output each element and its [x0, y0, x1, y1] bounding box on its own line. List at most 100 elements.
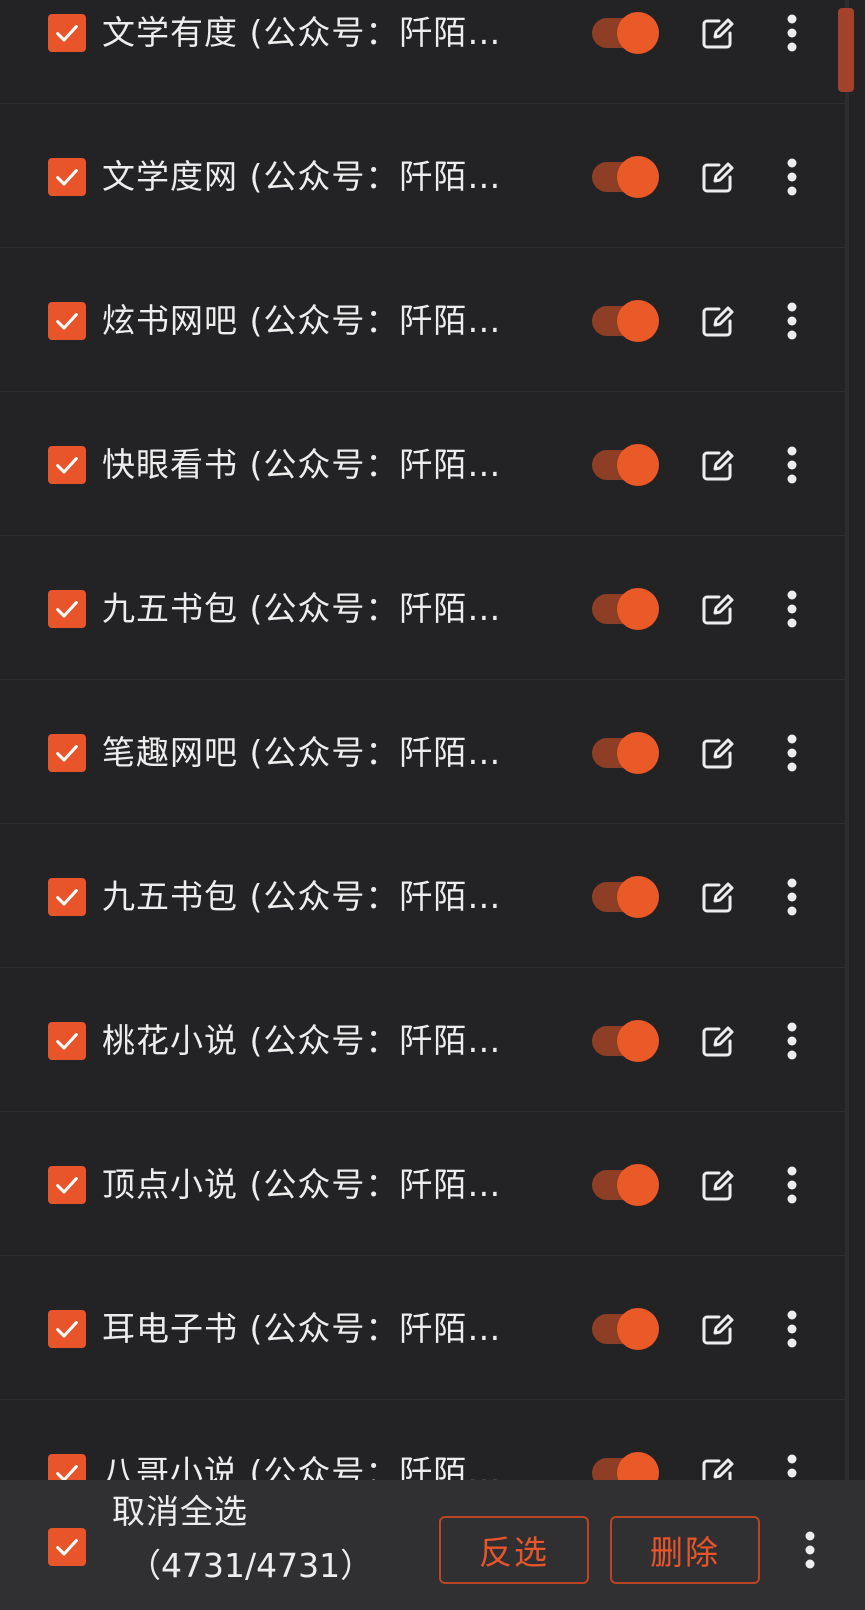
edit-icon	[702, 1314, 734, 1345]
source-checkbox[interactable]	[48, 446, 86, 484]
edit-source-button[interactable]	[699, 1024, 735, 1060]
source-name: 桃花小说 (公众号：阡陌…	[102, 1021, 502, 1060]
source-row[interactable]: 快眼看书 (公众号：阡陌…	[0, 392, 845, 536]
source-name: 顶点小说 (公众号：阡陌…	[102, 1165, 502, 1204]
source-row[interactable]: 九五书包 (公众号：阡陌…	[0, 824, 845, 968]
edit-source-button[interactable]	[699, 160, 735, 196]
edit-icon	[702, 306, 734, 337]
edit-source-button[interactable]	[699, 880, 735, 916]
edit-icon	[702, 1170, 734, 1201]
select-all-checkbox[interactable]	[48, 1528, 86, 1566]
source-enabled-toggle[interactable]	[592, 1020, 659, 1062]
source-enabled-toggle[interactable]	[592, 1164, 659, 1206]
source-row[interactable]: 九五书包 (公众号：阡陌…	[0, 536, 845, 680]
source-checkbox[interactable]	[48, 1022, 86, 1060]
source-name: 耳电子书 (公众号：阡陌…	[102, 1309, 502, 1348]
source-list: 文学有度 (公众号：阡陌… 文学度网 (公众号：阡陌… 炫书网吧 (公众号：阡陌…	[0, 0, 845, 1544]
source-enabled-toggle[interactable]	[592, 732, 659, 774]
more-vertical-icon	[787, 446, 797, 484]
source-checkbox[interactable]	[48, 1166, 86, 1204]
source-checkbox[interactable]	[48, 590, 86, 628]
source-row[interactable]: 文学度网 (公众号：阡陌…	[0, 104, 845, 248]
source-more-button[interactable]	[779, 445, 805, 485]
check-icon	[56, 1321, 78, 1338]
edit-source-button[interactable]	[699, 1312, 735, 1348]
source-checkbox[interactable]	[48, 302, 86, 340]
source-more-button[interactable]	[779, 733, 805, 773]
source-name: 九五书包 (公众号：阡陌…	[102, 877, 502, 916]
source-name: 笔趣网吧 (公众号：阡陌…	[102, 733, 502, 772]
source-name: 快眼看书 (公众号：阡陌…	[102, 445, 502, 484]
edit-icon	[702, 18, 734, 49]
source-checkbox[interactable]	[48, 734, 86, 772]
scrollbar-thumb[interactable]	[838, 8, 854, 92]
source-more-button[interactable]	[779, 877, 805, 917]
selection-count: （4731/4731）	[128, 1546, 374, 1585]
source-more-button[interactable]	[779, 589, 805, 629]
source-row[interactable]: 顶点小说 (公众号：阡陌…	[0, 1112, 845, 1256]
source-name: 九五书包 (公众号：阡陌…	[102, 589, 502, 628]
scrollbar-track[interactable]	[845, 0, 849, 1480]
source-enabled-toggle[interactable]	[592, 876, 659, 918]
source-row[interactable]: 文学有度 (公众号：阡陌…	[0, 0, 845, 104]
more-vertical-icon	[787, 1310, 797, 1348]
source-enabled-toggle[interactable]	[592, 588, 659, 630]
check-icon	[56, 169, 78, 186]
source-more-button[interactable]	[779, 13, 805, 53]
edit-icon	[702, 450, 734, 481]
toggle-knob	[617, 156, 659, 198]
check-icon	[56, 745, 78, 762]
source-more-button[interactable]	[779, 1021, 805, 1061]
source-enabled-toggle[interactable]	[592, 300, 659, 342]
check-icon	[56, 313, 78, 330]
source-name: 文学度网 (公众号：阡陌…	[102, 157, 502, 196]
edit-source-button[interactable]	[699, 448, 735, 484]
source-checkbox[interactable]	[48, 1310, 86, 1348]
more-vertical-icon	[805, 1531, 815, 1569]
source-checkbox[interactable]	[48, 14, 86, 52]
select-all-label[interactable]: 取消全选	[112, 1490, 248, 1534]
check-icon	[56, 1033, 78, 1050]
toggle-knob	[617, 588, 659, 630]
edit-source-button[interactable]	[699, 592, 735, 628]
check-icon	[56, 457, 78, 474]
edit-source-button[interactable]	[699, 736, 735, 772]
edit-source-button[interactable]	[699, 1168, 735, 1204]
source-row[interactable]: 桃花小说 (公众号：阡陌…	[0, 968, 845, 1112]
check-icon	[56, 601, 78, 618]
bottom-more-button[interactable]	[797, 1530, 823, 1570]
source-enabled-toggle[interactable]	[592, 12, 659, 54]
source-more-button[interactable]	[779, 1309, 805, 1349]
edit-icon	[702, 738, 734, 769]
source-row[interactable]: 炫书网吧 (公众号：阡陌…	[0, 248, 845, 392]
source-name: 文学有度 (公众号：阡陌…	[102, 13, 502, 52]
edit-icon	[702, 594, 734, 625]
delete-button[interactable]: 删除	[610, 1516, 760, 1584]
more-vertical-icon	[787, 878, 797, 916]
source-row[interactable]: 耳电子书 (公众号：阡陌…	[0, 1256, 845, 1400]
bottom-action-bar: 取消全选 （4731/4731） 反选 删除	[0, 1480, 865, 1610]
invert-selection-button[interactable]: 反选	[439, 1516, 589, 1584]
source-row[interactable]: 笔趣网吧 (公众号：阡陌…	[0, 680, 845, 824]
book-source-manager: 文学有度 (公众号：阡陌… 文学度网 (公众号：阡陌… 炫书网吧 (公众号：阡陌…	[0, 0, 865, 1610]
source-enabled-toggle[interactable]	[592, 444, 659, 486]
check-icon	[56, 889, 78, 906]
source-enabled-toggle[interactable]	[592, 1308, 659, 1350]
edit-source-button[interactable]	[699, 16, 735, 52]
toggle-knob	[617, 444, 659, 486]
more-vertical-icon	[787, 158, 797, 196]
edit-source-button[interactable]	[699, 304, 735, 340]
source-more-button[interactable]	[779, 301, 805, 341]
source-checkbox[interactable]	[48, 158, 86, 196]
more-vertical-icon	[787, 302, 797, 340]
more-vertical-icon	[787, 590, 797, 628]
source-more-button[interactable]	[779, 157, 805, 197]
toggle-knob	[617, 1020, 659, 1062]
source-checkbox[interactable]	[48, 878, 86, 916]
source-more-button[interactable]	[779, 1165, 805, 1205]
edit-icon	[702, 1026, 734, 1057]
more-vertical-icon	[787, 1166, 797, 1204]
toggle-knob	[617, 300, 659, 342]
toggle-knob	[617, 1308, 659, 1350]
source-enabled-toggle[interactable]	[592, 156, 659, 198]
